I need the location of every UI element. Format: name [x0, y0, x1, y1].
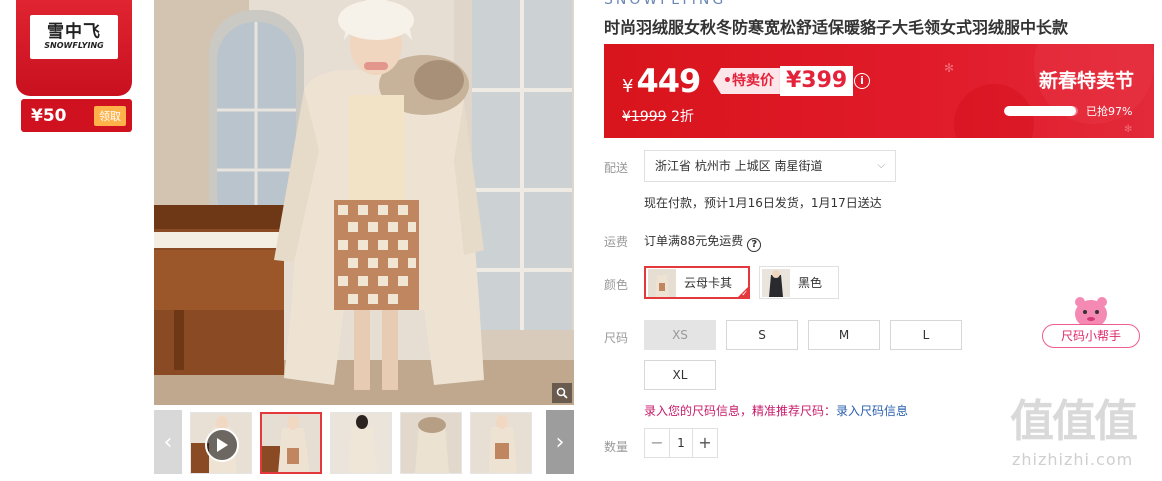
special-price-label: •特卖价	[713, 68, 780, 94]
quantity-plus-button[interactable]: +	[693, 429, 717, 457]
delivery-eta: 现在付款，预计1月16日发货，1月17日送达	[644, 196, 882, 210]
size-label: 尺码	[604, 331, 629, 345]
chevron-right-icon[interactable]: ›	[546, 410, 574, 474]
store-badge[interactable]: 雪中飞 SNOWFLYING ¥50 领取	[16, 0, 132, 133]
magnifier-icon[interactable]	[552, 383, 572, 403]
sold-progress-fill	[1004, 106, 1076, 116]
site-watermark: 值值值 zhizhizhi.com	[1010, 398, 1160, 478]
original-price-row: ¥1999 2折	[622, 106, 694, 126]
store-coupon[interactable]: ¥50 领取	[21, 99, 132, 132]
store-logo-en: SNOWFLYING	[44, 41, 104, 50]
store-logo[interactable]: 雪中飞 SNOWFLYING	[30, 15, 118, 59]
current-price-value: 449	[636, 62, 701, 100]
price-banner: ✻ ✻ ¥ 449 •特卖价 ¥399 i ¥1999 2折 新春特卖节 已抢9…	[604, 44, 1154, 138]
size-option-m[interactable]: M	[808, 320, 880, 350]
thumbnail[interactable]	[400, 412, 462, 474]
product-page: 雪中飞 SNOWFLYING ¥50 领取 ‹ › SNOWFLYING 时尚羽…	[0, 0, 1162, 481]
main-product-image[interactable]	[154, 0, 574, 405]
shipping-text: 订单满88元免运费	[644, 234, 744, 248]
original-price: ¥1999	[622, 109, 667, 125]
color-option-black[interactable]: 黑色	[759, 266, 839, 299]
sold-progress-bar	[1004, 106, 1078, 116]
current-price: ¥ 449	[622, 62, 701, 100]
festival-title: 新春特卖节	[1038, 70, 1134, 92]
shipping-info: 订单满88元免运费?	[644, 232, 762, 252]
thumbnail-active[interactable]	[260, 412, 322, 474]
color-label: 颜色	[604, 278, 629, 292]
thumbnail-strip: ‹ ›	[154, 410, 574, 474]
chevron-down-icon: ⌵	[877, 160, 885, 171]
svg-text:✻: ✻	[944, 61, 954, 75]
check-icon: ✓	[741, 289, 748, 298]
color-thumbnail	[762, 268, 790, 297]
special-price-value: ¥399	[779, 66, 854, 96]
brand-header-cut: SNOWFLYING	[604, 0, 727, 8]
color-thumbnail	[648, 268, 676, 297]
size-option-xs[interactable]: XS	[644, 320, 716, 350]
color-option-label: 云母卡其	[684, 276, 733, 290]
special-price-tag: •特卖价 ¥399	[713, 66, 854, 96]
quantity-input[interactable]: 1	[669, 429, 693, 457]
size-option-l[interactable]: L	[890, 320, 962, 350]
size-helper-button[interactable]: 尺码小帮手	[1042, 324, 1140, 348]
size-hint-text: 录入您的尺码信息，精准推荐尺码：	[644, 404, 837, 418]
discount-text: 2折	[671, 109, 694, 125]
quantity-minus-button[interactable]: −	[645, 429, 669, 457]
thumbnail-video[interactable]	[190, 412, 252, 474]
address-value: 浙江省 杭州市 上城区 南星街道	[655, 159, 823, 173]
question-icon[interactable]: ?	[747, 238, 762, 252]
store-logo-cn: 雪中飞	[47, 22, 101, 42]
svg-text:✻: ✻	[1124, 124, 1132, 135]
product-title: 时尚羽绒服女秋冬防寒宽松舒适保暖貉子大毛领女式羽绒服中长款	[604, 18, 1069, 37]
thumbnail[interactable]	[330, 412, 392, 474]
watermark-logo: 值值值	[1010, 396, 1138, 447]
quantity-stepper[interactable]: − 1 +	[644, 428, 718, 458]
play-icon[interactable]	[205, 428, 239, 462]
address-select[interactable]: 浙江省 杭州市 上城区 南星街道 ⌵	[644, 150, 896, 182]
sold-progress: 已抢97%	[1004, 103, 1132, 119]
size-hint: 录入您的尺码信息，精准推荐尺码：录入尺码信息	[644, 402, 908, 419]
delivery-label: 配送	[604, 161, 629, 175]
watermark-url: zhizhizhi.com	[1012, 450, 1134, 469]
store-badge-background: 雪中飞 SNOWFLYING	[16, 0, 132, 96]
thumbnail[interactable]	[470, 412, 532, 474]
coupon-amount: ¥50	[31, 105, 67, 126]
shipping-label: 运费	[604, 235, 629, 249]
product-photo	[154, 0, 574, 405]
color-option-label: 黑色	[798, 276, 823, 290]
chevron-left-icon[interactable]: ‹	[154, 410, 182, 474]
size-helper[interactable]: 尺码小帮手	[1042, 296, 1140, 350]
color-option-khaki[interactable]: 云母卡其 ✓	[644, 266, 750, 299]
info-icon[interactable]: i	[854, 73, 870, 89]
sold-progress-text: 已抢97%	[1086, 105, 1133, 118]
size-hint-link[interactable]: 录入尺码信息	[836, 404, 908, 418]
size-option-xl[interactable]: XL	[644, 360, 716, 390]
coupon-claim-button[interactable]: 领取	[94, 105, 126, 126]
quantity-label: 数量	[604, 440, 629, 454]
currency-symbol: ¥	[622, 76, 634, 97]
size-option-s[interactable]: S	[726, 320, 798, 350]
